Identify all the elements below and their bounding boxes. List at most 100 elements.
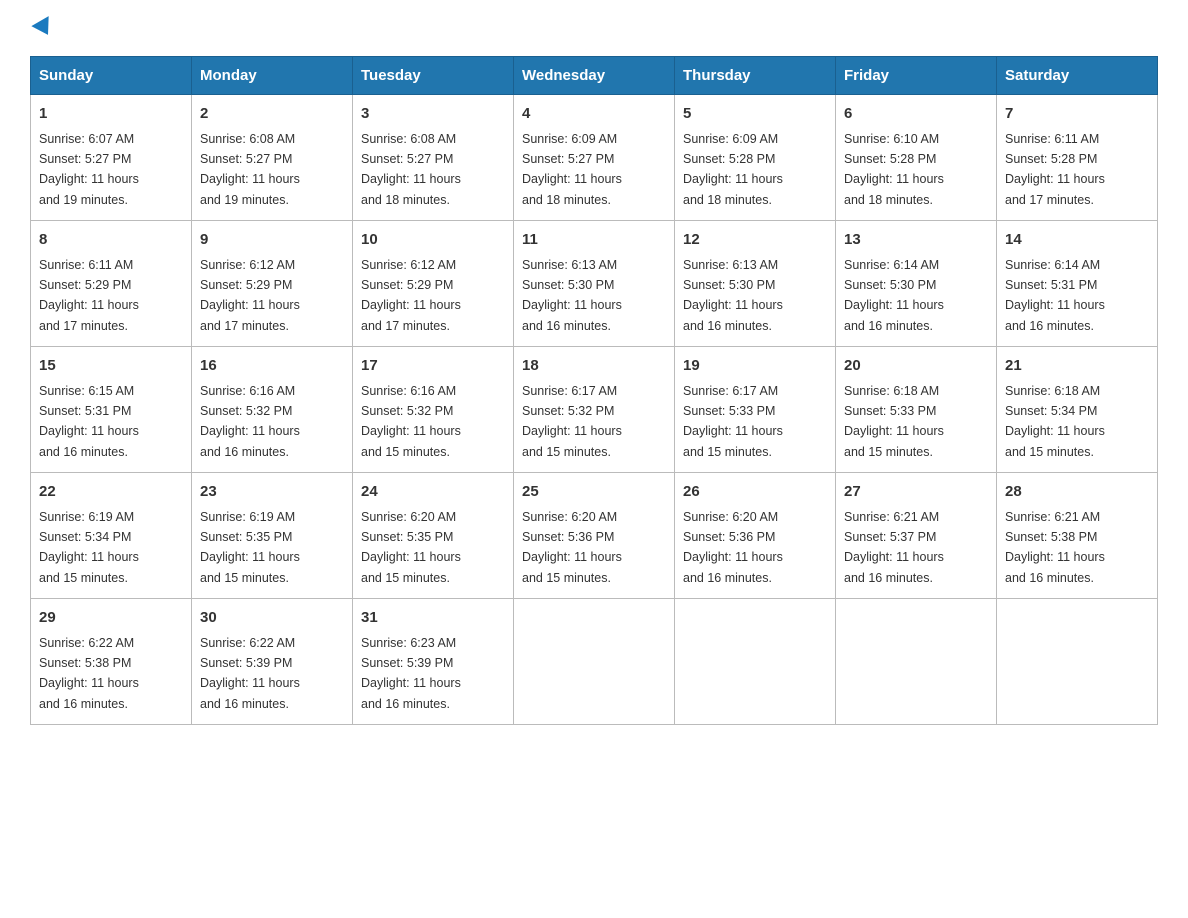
calendar-day-cell: 17 Sunrise: 6:16 AMSunset: 5:32 PMDaylig… bbox=[353, 347, 514, 473]
calendar-day-cell: 6 Sunrise: 6:10 AMSunset: 5:28 PMDayligh… bbox=[836, 95, 997, 221]
day-number: 14 bbox=[1005, 229, 1149, 252]
calendar-day-cell: 14 Sunrise: 6:14 AMSunset: 5:31 PMDaylig… bbox=[997, 221, 1158, 347]
calendar-day-cell: 3 Sunrise: 6:08 AMSunset: 5:27 PMDayligh… bbox=[353, 95, 514, 221]
day-number: 1 bbox=[39, 103, 183, 126]
calendar-day-cell: 31 Sunrise: 6:23 AMSunset: 5:39 PMDaylig… bbox=[353, 599, 514, 725]
day-info: Sunrise: 6:18 AMSunset: 5:34 PMDaylight:… bbox=[1005, 384, 1105, 459]
calendar-day-cell: 16 Sunrise: 6:16 AMSunset: 5:32 PMDaylig… bbox=[192, 347, 353, 473]
calendar-day-cell: 7 Sunrise: 6:11 AMSunset: 5:28 PMDayligh… bbox=[997, 95, 1158, 221]
day-info: Sunrise: 6:11 AMSunset: 5:29 PMDaylight:… bbox=[39, 258, 139, 333]
column-header-sunday: Sunday bbox=[31, 57, 192, 95]
day-info: Sunrise: 6:21 AMSunset: 5:38 PMDaylight:… bbox=[1005, 510, 1105, 585]
column-header-saturday: Saturday bbox=[997, 57, 1158, 95]
logo-triangle-icon bbox=[31, 16, 56, 40]
day-info: Sunrise: 6:13 AMSunset: 5:30 PMDaylight:… bbox=[522, 258, 622, 333]
page-header bbox=[30, 20, 1158, 36]
day-info: Sunrise: 6:18 AMSunset: 5:33 PMDaylight:… bbox=[844, 384, 944, 459]
logo-blue bbox=[30, 20, 54, 36]
day-number: 28 bbox=[1005, 481, 1149, 504]
calendar-day-cell: 21 Sunrise: 6:18 AMSunset: 5:34 PMDaylig… bbox=[997, 347, 1158, 473]
calendar-week-row: 29 Sunrise: 6:22 AMSunset: 5:38 PMDaylig… bbox=[31, 599, 1158, 725]
day-info: Sunrise: 6:09 AMSunset: 5:28 PMDaylight:… bbox=[683, 132, 783, 207]
calendar-day-cell: 20 Sunrise: 6:18 AMSunset: 5:33 PMDaylig… bbox=[836, 347, 997, 473]
day-info: Sunrise: 6:10 AMSunset: 5:28 PMDaylight:… bbox=[844, 132, 944, 207]
calendar-week-row: 22 Sunrise: 6:19 AMSunset: 5:34 PMDaylig… bbox=[31, 473, 1158, 599]
day-number: 6 bbox=[844, 103, 988, 126]
column-header-wednesday: Wednesday bbox=[514, 57, 675, 95]
calendar-week-row: 8 Sunrise: 6:11 AMSunset: 5:29 PMDayligh… bbox=[31, 221, 1158, 347]
calendar-table: SundayMondayTuesdayWednesdayThursdayFrid… bbox=[30, 56, 1158, 725]
day-info: Sunrise: 6:16 AMSunset: 5:32 PMDaylight:… bbox=[200, 384, 300, 459]
day-number: 20 bbox=[844, 355, 988, 378]
day-number: 17 bbox=[361, 355, 505, 378]
day-info: Sunrise: 6:11 AMSunset: 5:28 PMDaylight:… bbox=[1005, 132, 1105, 207]
day-number: 7 bbox=[1005, 103, 1149, 126]
calendar-day-cell bbox=[836, 599, 997, 725]
day-info: Sunrise: 6:22 AMSunset: 5:38 PMDaylight:… bbox=[39, 636, 139, 711]
day-info: Sunrise: 6:20 AMSunset: 5:36 PMDaylight:… bbox=[522, 510, 622, 585]
day-info: Sunrise: 6:08 AMSunset: 5:27 PMDaylight:… bbox=[361, 132, 461, 207]
day-info: Sunrise: 6:07 AMSunset: 5:27 PMDaylight:… bbox=[39, 132, 139, 207]
calendar-day-cell: 23 Sunrise: 6:19 AMSunset: 5:35 PMDaylig… bbox=[192, 473, 353, 599]
day-info: Sunrise: 6:21 AMSunset: 5:37 PMDaylight:… bbox=[844, 510, 944, 585]
day-number: 21 bbox=[1005, 355, 1149, 378]
day-number: 24 bbox=[361, 481, 505, 504]
day-number: 9 bbox=[200, 229, 344, 252]
calendar-day-cell: 11 Sunrise: 6:13 AMSunset: 5:30 PMDaylig… bbox=[514, 221, 675, 347]
day-info: Sunrise: 6:12 AMSunset: 5:29 PMDaylight:… bbox=[200, 258, 300, 333]
logo bbox=[30, 20, 54, 36]
calendar-day-cell: 26 Sunrise: 6:20 AMSunset: 5:36 PMDaylig… bbox=[675, 473, 836, 599]
calendar-day-cell: 30 Sunrise: 6:22 AMSunset: 5:39 PMDaylig… bbox=[192, 599, 353, 725]
day-number: 11 bbox=[522, 229, 666, 252]
day-number: 22 bbox=[39, 481, 183, 504]
day-number: 10 bbox=[361, 229, 505, 252]
day-number: 19 bbox=[683, 355, 827, 378]
day-info: Sunrise: 6:19 AMSunset: 5:35 PMDaylight:… bbox=[200, 510, 300, 585]
column-header-friday: Friday bbox=[836, 57, 997, 95]
day-info: Sunrise: 6:14 AMSunset: 5:30 PMDaylight:… bbox=[844, 258, 944, 333]
calendar-day-cell: 25 Sunrise: 6:20 AMSunset: 5:36 PMDaylig… bbox=[514, 473, 675, 599]
day-number: 16 bbox=[200, 355, 344, 378]
day-number: 15 bbox=[39, 355, 183, 378]
day-info: Sunrise: 6:22 AMSunset: 5:39 PMDaylight:… bbox=[200, 636, 300, 711]
calendar-day-cell: 18 Sunrise: 6:17 AMSunset: 5:32 PMDaylig… bbox=[514, 347, 675, 473]
day-number: 31 bbox=[361, 607, 505, 630]
day-info: Sunrise: 6:20 AMSunset: 5:35 PMDaylight:… bbox=[361, 510, 461, 585]
day-info: Sunrise: 6:13 AMSunset: 5:30 PMDaylight:… bbox=[683, 258, 783, 333]
day-number: 26 bbox=[683, 481, 827, 504]
calendar-day-cell: 1 Sunrise: 6:07 AMSunset: 5:27 PMDayligh… bbox=[31, 95, 192, 221]
column-header-monday: Monday bbox=[192, 57, 353, 95]
calendar-day-cell: 27 Sunrise: 6:21 AMSunset: 5:37 PMDaylig… bbox=[836, 473, 997, 599]
day-number: 12 bbox=[683, 229, 827, 252]
day-info: Sunrise: 6:14 AMSunset: 5:31 PMDaylight:… bbox=[1005, 258, 1105, 333]
day-number: 18 bbox=[522, 355, 666, 378]
calendar-week-row: 1 Sunrise: 6:07 AMSunset: 5:27 PMDayligh… bbox=[31, 95, 1158, 221]
day-number: 25 bbox=[522, 481, 666, 504]
calendar-day-cell: 8 Sunrise: 6:11 AMSunset: 5:29 PMDayligh… bbox=[31, 221, 192, 347]
calendar-day-cell: 29 Sunrise: 6:22 AMSunset: 5:38 PMDaylig… bbox=[31, 599, 192, 725]
calendar-day-cell: 22 Sunrise: 6:19 AMSunset: 5:34 PMDaylig… bbox=[31, 473, 192, 599]
day-number: 27 bbox=[844, 481, 988, 504]
calendar-day-cell: 12 Sunrise: 6:13 AMSunset: 5:30 PMDaylig… bbox=[675, 221, 836, 347]
day-info: Sunrise: 6:19 AMSunset: 5:34 PMDaylight:… bbox=[39, 510, 139, 585]
calendar-day-cell: 4 Sunrise: 6:09 AMSunset: 5:27 PMDayligh… bbox=[514, 95, 675, 221]
day-number: 3 bbox=[361, 103, 505, 126]
calendar-day-cell: 13 Sunrise: 6:14 AMSunset: 5:30 PMDaylig… bbox=[836, 221, 997, 347]
day-number: 8 bbox=[39, 229, 183, 252]
day-number: 29 bbox=[39, 607, 183, 630]
day-info: Sunrise: 6:08 AMSunset: 5:27 PMDaylight:… bbox=[200, 132, 300, 207]
day-info: Sunrise: 6:09 AMSunset: 5:27 PMDaylight:… bbox=[522, 132, 622, 207]
calendar-day-cell bbox=[675, 599, 836, 725]
day-number: 30 bbox=[200, 607, 344, 630]
calendar-week-row: 15 Sunrise: 6:15 AMSunset: 5:31 PMDaylig… bbox=[31, 347, 1158, 473]
calendar-day-cell bbox=[997, 599, 1158, 725]
day-number: 2 bbox=[200, 103, 344, 126]
day-number: 5 bbox=[683, 103, 827, 126]
day-info: Sunrise: 6:12 AMSunset: 5:29 PMDaylight:… bbox=[361, 258, 461, 333]
day-info: Sunrise: 6:17 AMSunset: 5:32 PMDaylight:… bbox=[522, 384, 622, 459]
calendar-body: 1 Sunrise: 6:07 AMSunset: 5:27 PMDayligh… bbox=[31, 95, 1158, 725]
day-number: 4 bbox=[522, 103, 666, 126]
calendar-day-cell: 24 Sunrise: 6:20 AMSunset: 5:35 PMDaylig… bbox=[353, 473, 514, 599]
day-number: 23 bbox=[200, 481, 344, 504]
day-info: Sunrise: 6:17 AMSunset: 5:33 PMDaylight:… bbox=[683, 384, 783, 459]
